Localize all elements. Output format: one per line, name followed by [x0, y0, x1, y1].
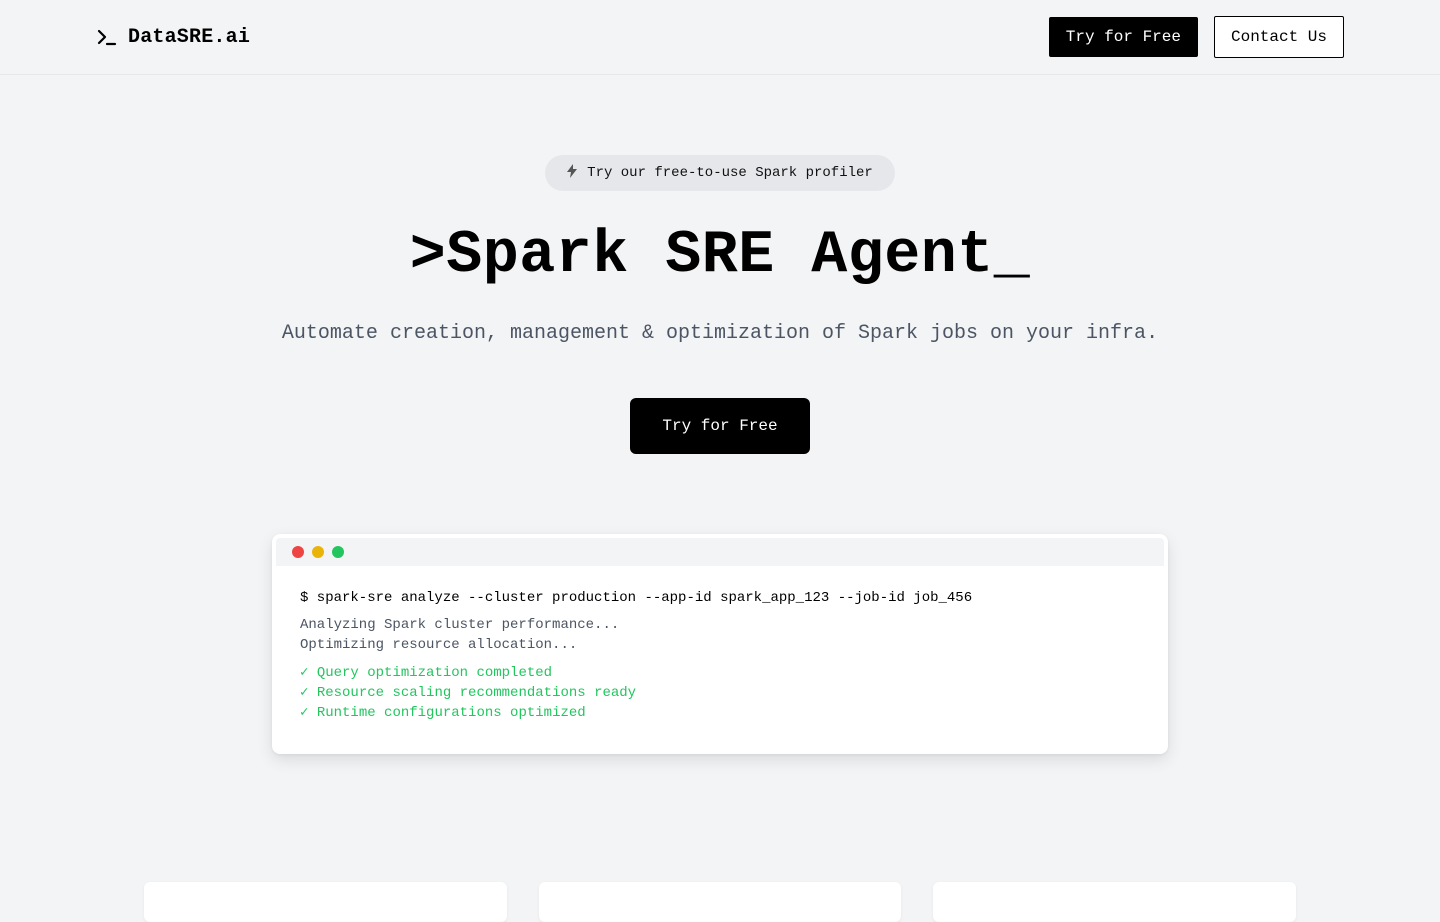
logo-text: DataSRE.ai	[128, 25, 251, 49]
top-navbar: DataSRE.ai Try for Free Contact Us	[0, 0, 1440, 75]
terminal-command: $ spark-sre analyze --cluster production…	[300, 590, 973, 606]
spark-profiler-pill-link[interactable]: Try our free-to-use Spark profiler	[545, 155, 895, 191]
terminal-prompt-icon	[96, 26, 118, 48]
terminal-success-line: ✓ Resource scaling recommendations ready	[300, 685, 637, 701]
terminal-success: ✓ Query optimization completed ✓ Resourc…	[300, 663, 1140, 723]
close-dot-icon	[292, 546, 304, 558]
try-for-free-button[interactable]: Try for Free	[1048, 17, 1198, 57]
terminal-log-line: Optimizing resource allocation...	[300, 637, 578, 653]
logo-link[interactable]: DataSRE.ai	[96, 26, 250, 49]
minimize-dot-icon	[312, 546, 324, 558]
feature-card	[539, 882, 901, 922]
terminal-title-bar	[276, 538, 1164, 566]
terminal-log-line: Analyzing Spark cluster performance...	[300, 617, 620, 633]
hero-title: >Spark SRE Agent_	[409, 222, 1031, 290]
feature-card	[144, 882, 507, 922]
feature-card	[933, 882, 1296, 922]
hero-subtitle: Automate creation, management & optimiza…	[281, 322, 1159, 345]
contact-us-button[interactable]: Contact Us	[1213, 16, 1344, 58]
terminal-success-line: ✓ Runtime configurations optimized	[300, 705, 586, 721]
maximize-dot-icon	[332, 546, 344, 558]
pill-text: Try our free-to-use Spark profiler	[587, 165, 873, 181]
terminal-window: $ spark-sre analyze --cluster production…	[272, 534, 1168, 754]
spark-icon	[567, 164, 578, 182]
nav-actions: Try for Free Contact Us	[1048, 16, 1344, 58]
terminal-body: $ spark-sre analyze --cluster production…	[276, 566, 1164, 723]
hero-try-for-free-button[interactable]: Try for Free	[630, 398, 810, 454]
terminal-progress: Analyzing Spark cluster performance... O…	[300, 615, 1140, 655]
terminal-success-line: ✓ Query optimization completed	[300, 665, 553, 681]
